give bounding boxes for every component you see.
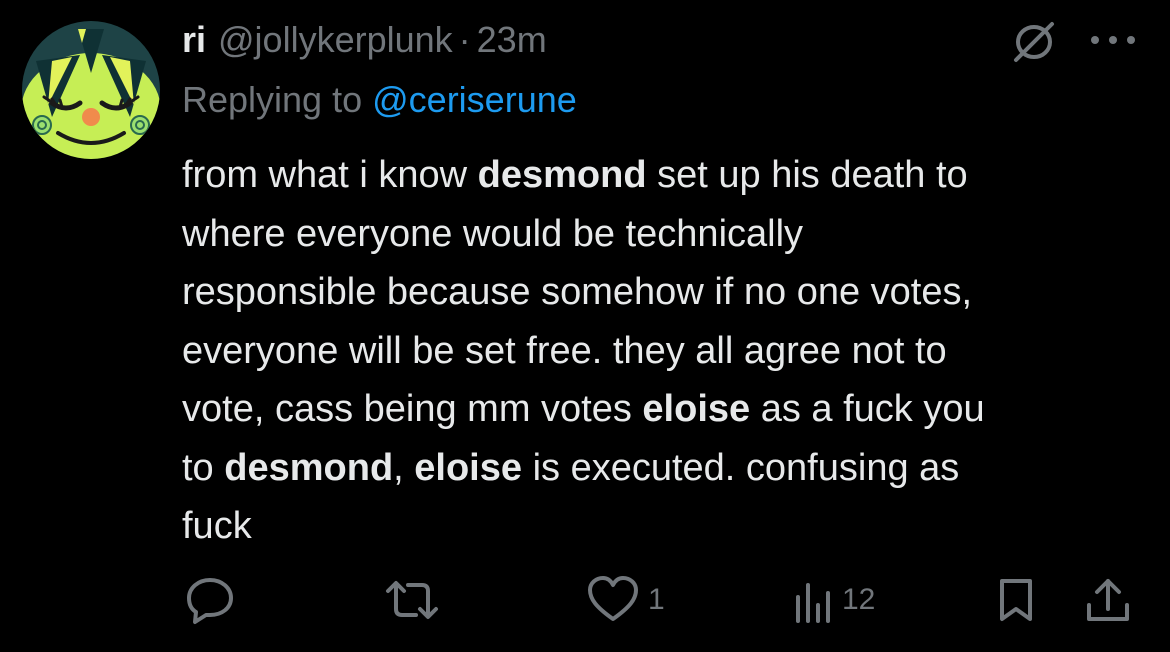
retweet-button[interactable]	[384, 572, 440, 628]
text-run: as a fuck you	[750, 388, 985, 430]
tweet-text-line: vote, cass being mm votes eloise as a fu…	[182, 380, 1142, 439]
tweet-text-line: fuck	[182, 505, 252, 547]
text-run: ,	[393, 446, 415, 489]
tweet-text-line: to desmond, eloise is executed. confusin…	[182, 439, 1142, 498]
share-icon	[1087, 579, 1129, 621]
heart-icon	[588, 576, 638, 621]
text-run: is executed. confusing as	[522, 446, 960, 489]
replying-to-label: Replying to	[182, 79, 363, 120]
avatar[interactable]	[22, 21, 160, 159]
tweet-header: ri @jollykerplunk · 23m	[182, 18, 547, 62]
retweet-icon	[386, 581, 438, 619]
bookmark-button[interactable]	[996, 572, 1036, 628]
bookmark-icon	[1000, 579, 1032, 621]
views-count: 12	[842, 583, 876, 616]
text-run: set up his death to	[646, 154, 968, 196]
tweet-text-line: everyone will be set free. they all agre…	[182, 329, 947, 372]
tweet-text-line: from what i know desmond set up his deat…	[182, 146, 1142, 205]
replying-to-mention[interactable]: @ceriserune	[372, 79, 577, 120]
bold-text-run: eloise	[414, 446, 523, 489]
views-button[interactable]: 12	[794, 572, 875, 628]
text-run: to	[182, 446, 225, 489]
avatar-image	[22, 21, 160, 159]
text-run: from what i know	[182, 154, 478, 196]
text-run: vote, cass being mm votes	[182, 388, 643, 430]
timestamp[interactable]: 23m	[477, 18, 547, 62]
more-icon[interactable]	[1088, 32, 1138, 48]
tweet-text: from what i know desmond set up his deat…	[182, 146, 1142, 556]
display-name[interactable]: ri	[182, 18, 206, 62]
hidden-reply-icon[interactable]	[1010, 20, 1058, 64]
user-handle[interactable]: @jollykerplunk	[218, 18, 453, 62]
views-icon	[796, 583, 830, 623]
separator-dot: ·	[458, 19, 471, 60]
like-count: 1	[648, 583, 665, 616]
share-button[interactable]	[1084, 572, 1132, 628]
reply-icon	[187, 578, 233, 624]
action-bar: 1 12	[0, 572, 1170, 628]
tweet-text-line: responsible because somehow if no one vo…	[182, 271, 973, 313]
tweet[interactable]: ri @jollykerplunk · 23m Replying to @cer…	[0, 0, 1170, 652]
reply-button[interactable]	[184, 572, 236, 628]
tweet-text-line: where everyone would be technically	[182, 212, 804, 255]
like-button[interactable]: 1	[586, 572, 665, 628]
bold-text-run: desmond	[224, 446, 394, 489]
replying-to-line: Replying to @ceriserune	[182, 78, 577, 122]
bold-text-run: desmond	[477, 154, 647, 196]
bold-text-run: eloise	[642, 388, 751, 430]
